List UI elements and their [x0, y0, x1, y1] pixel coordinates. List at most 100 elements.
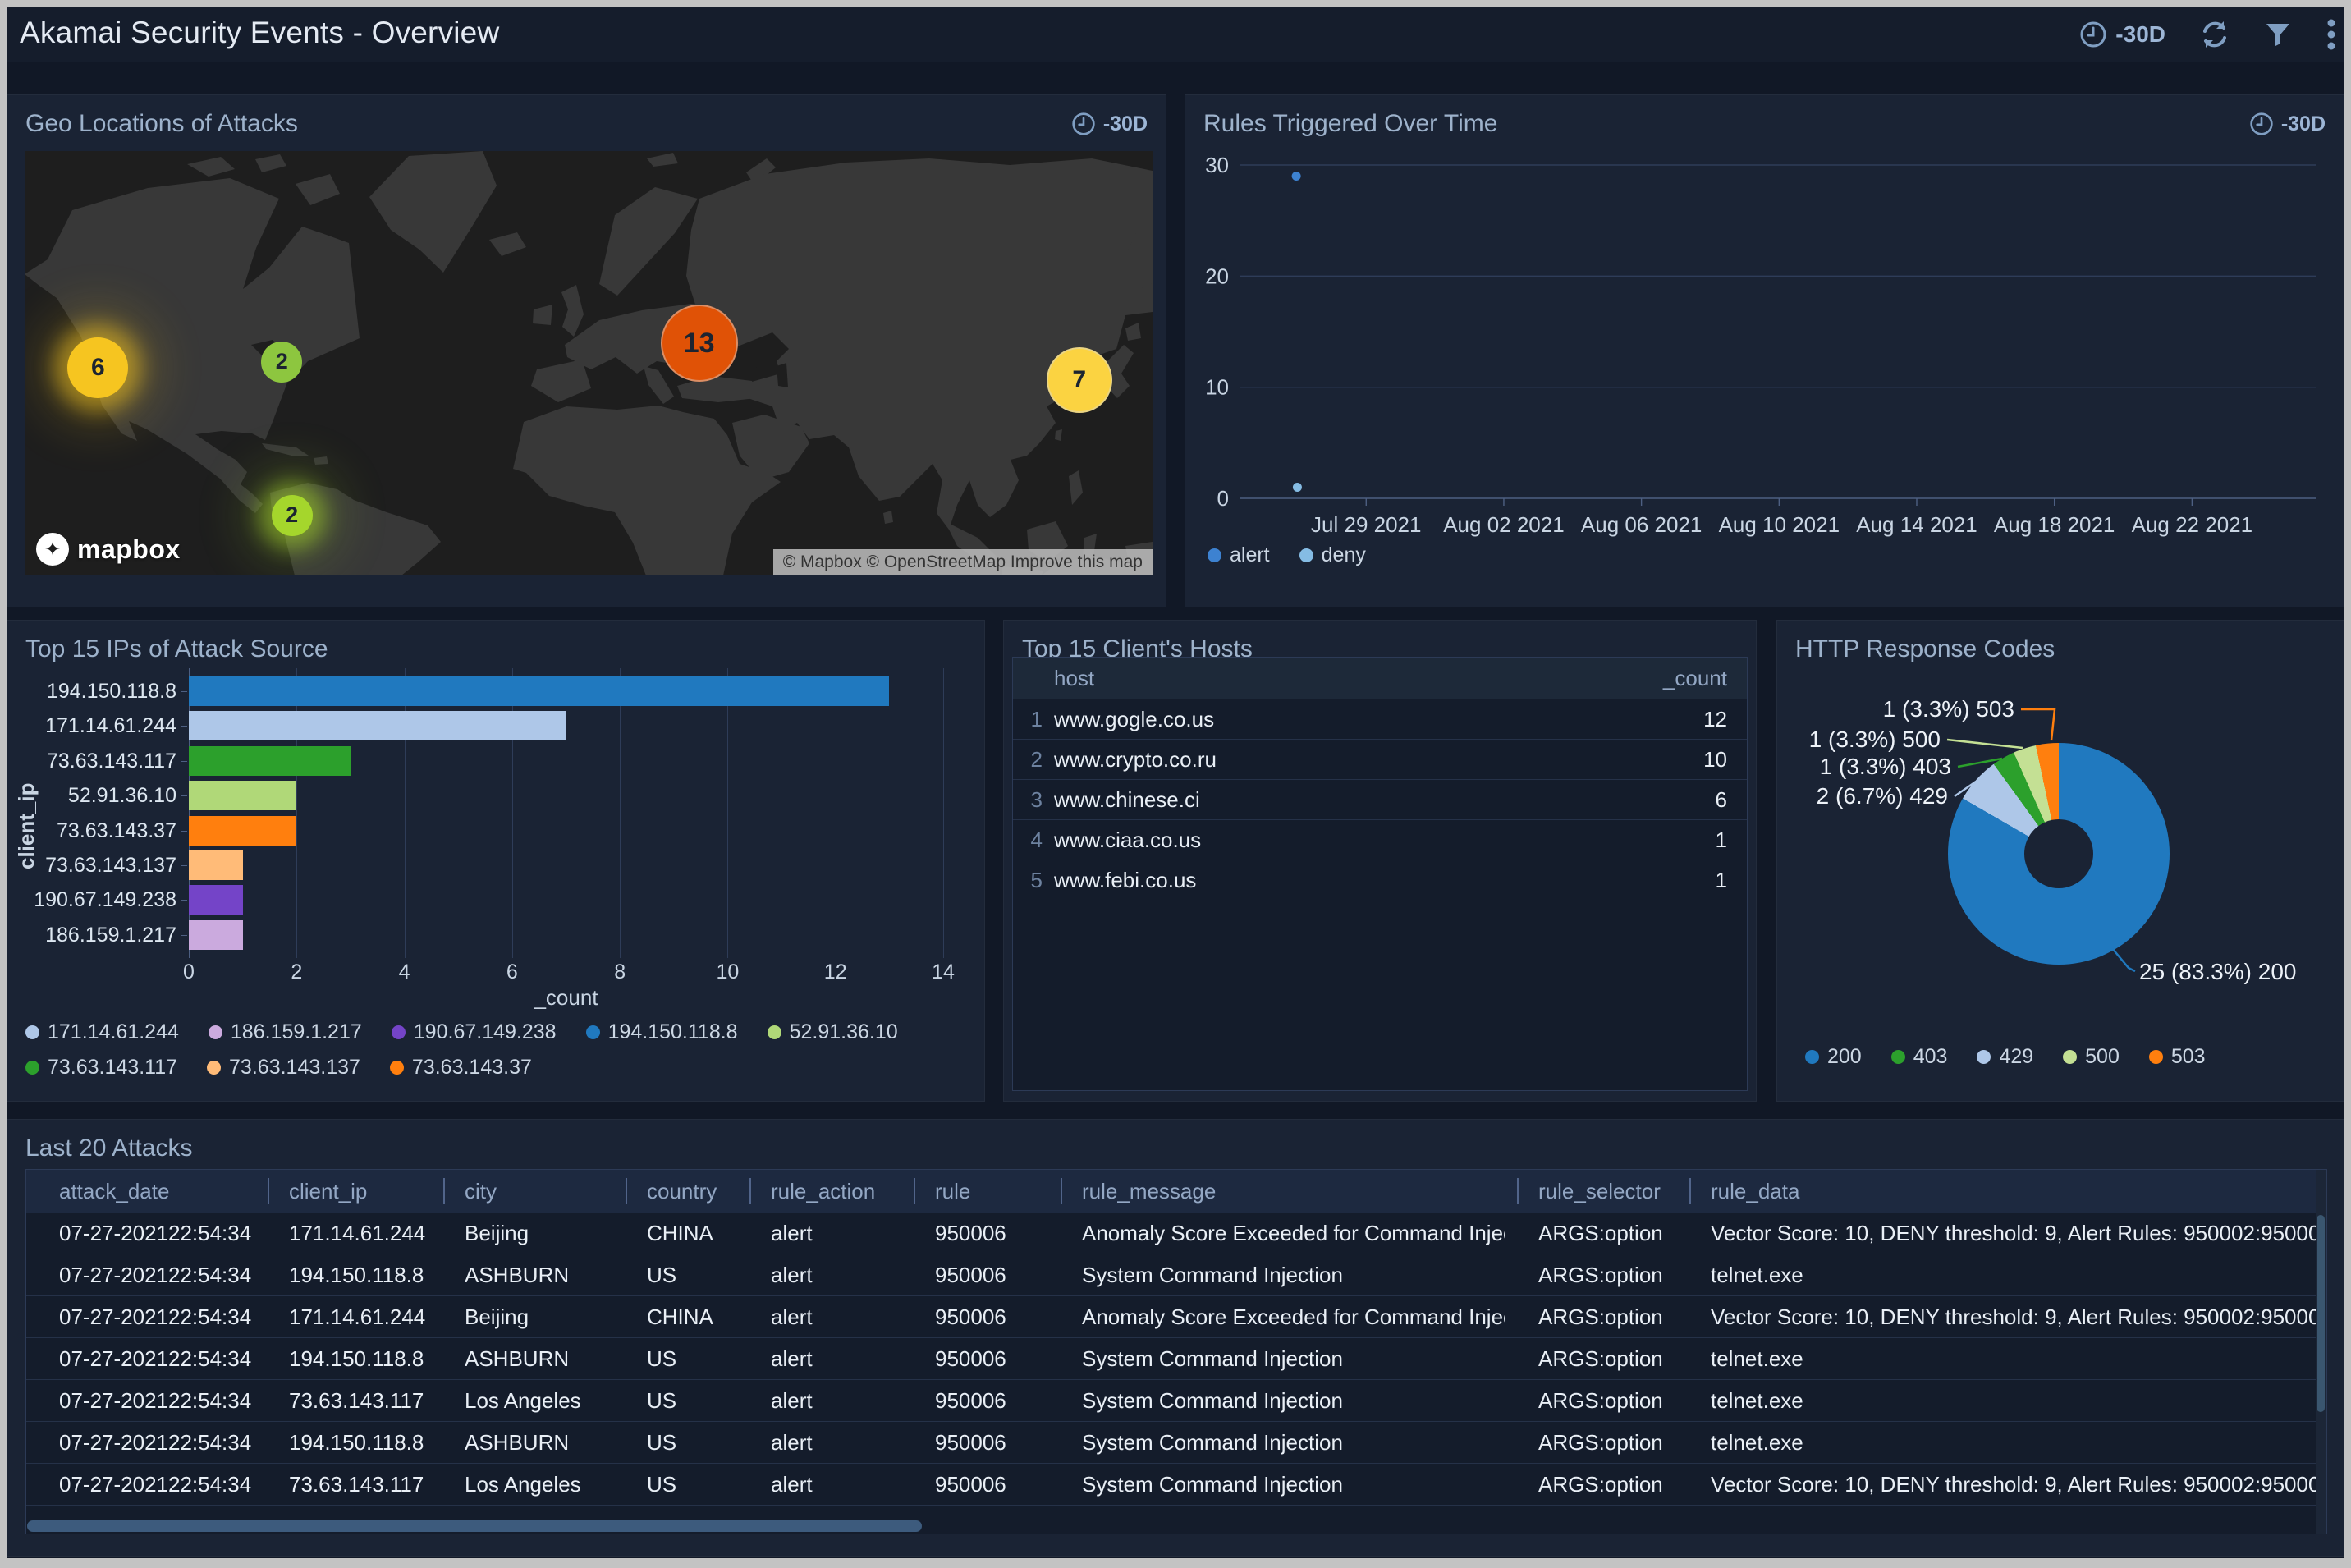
horizontal-scrollbar[interactable] [25, 1520, 2327, 1532]
cell-client_ip: 73.63.143.117 [289, 1387, 424, 1413]
legend-label: 500 [2085, 1045, 2120, 1068]
table-row[interactable]: 5 www.febi.co.us 1 [1013, 860, 1747, 900]
legend-dot [767, 1025, 781, 1039]
mapbox-logo[interactable]: ✦ mapbox [36, 533, 181, 566]
table-row[interactable]: 07-27-202122:54:34 194.150.118.8 ASHBURN US… [26, 1254, 2317, 1296]
map-bubble[interactable]: 2 [271, 494, 313, 536]
cell-rule_message: System Command Injection [1082, 1387, 1343, 1413]
bar[interactable] [189, 745, 351, 776]
time-range-control[interactable]: -30D [2079, 21, 2165, 48]
legend-dot [25, 1061, 39, 1075]
table-row[interactable]: 07-27-202122:54:34 171.14.61.244 Beijing CH… [26, 1296, 2326, 1338]
world-map[interactable]: 6 2 2 13 7 ✦ mapbox © Mapbox © OpenStreetMap… [25, 151, 1153, 575]
bar[interactable] [189, 711, 566, 741]
map-bubble[interactable]: 7 [1046, 347, 1112, 414]
column-header-label: city [465, 1178, 497, 1204]
map-bubble[interactable]: 2 [261, 341, 303, 383]
legend-item[interactable]: 73.63.143.37 [389, 1056, 532, 1080]
bar[interactable] [189, 919, 243, 950]
legend-item[interactable]: alert [1208, 543, 1270, 567]
gridline [727, 668, 729, 958]
column-header-rule_selector[interactable]: rule_selector [1505, 1170, 1678, 1213]
vertical-scrollbar-thumb[interactable] [2317, 1215, 2325, 1412]
cell-attack_date: 07-27-202122:54:34 [59, 1387, 252, 1413]
legend-item[interactable]: 500 [2063, 1045, 2120, 1069]
more-menu-icon[interactable] [2326, 18, 2336, 51]
donut-chart[interactable] [1948, 743, 2170, 965]
data-point-deny[interactable] [1292, 482, 1302, 492]
cell-rule_selector: ARGS:option [1538, 1262, 1663, 1287]
column-separator [1689, 1178, 1691, 1204]
row-host: www.gogle.co.us [1054, 706, 1215, 731]
column-header-rule_action[interactable]: rule_action [738, 1170, 902, 1213]
cell-rule_action: alert [771, 1346, 813, 1371]
row-host: www.crypto.co.ru [1054, 746, 1217, 772]
map-bubble[interactable]: 13 [660, 305, 738, 383]
legend-item[interactable]: 171.14.61.244 [25, 1020, 179, 1044]
legend-item[interactable]: 73.63.143.137 [207, 1056, 360, 1080]
legend-item[interactable]: 52.91.36.10 [767, 1020, 898, 1044]
table-row[interactable]: 07-27-202122:54:34 194.150.118.8 ASHBURN US… [26, 1338, 2317, 1380]
panel-rules-triggered: Rules Triggered Over Time -30D 0 10 20 30 Ju… [1185, 94, 2344, 607]
bar-axis-tick [181, 691, 187, 692]
table-row[interactable]: 07-27-202122:54:34 73.63.143.117 Los Angel… [26, 1380, 2317, 1422]
legend-item[interactable]: 429 [1977, 1045, 2033, 1069]
column-header-rule_message[interactable]: rule_message [1049, 1170, 1505, 1213]
vertical-scrollbar[interactable] [2316, 1170, 2326, 1534]
legend-item[interactable]: 200 [1805, 1045, 1862, 1069]
table-row[interactable]: 07-27-202122:54:34 171.14.61.244 Beijing CH… [26, 1213, 2326, 1254]
column-header-attack_date[interactable]: attack_date [26, 1170, 256, 1213]
row-host: www.ciaa.co.us [1054, 827, 1202, 852]
column-header-city[interactable]: city [432, 1170, 614, 1213]
table-row[interactable]: 2 www.crypto.co.ru 10 [1013, 739, 1747, 779]
legend-item[interactable]: 503 [2148, 1045, 2206, 1069]
cell-city: Los Angeles [465, 1471, 581, 1497]
table-row[interactable]: 07-27-202122:54:34 194.150.118.8 ASHBURN US… [26, 1422, 2317, 1464]
legend-item[interactable]: 194.150.118.8 [585, 1020, 738, 1044]
legend-item[interactable]: 403 [1890, 1045, 1947, 1069]
cell-country: US [647, 1262, 677, 1287]
column-header-country[interactable]: country [614, 1170, 738, 1213]
donut-callout-label: 1 (3.3%) 503 [1882, 696, 2014, 722]
mapbox-wordmark: mapbox [77, 534, 181, 564]
legend-item[interactable]: 73.63.143.117 [25, 1056, 177, 1080]
rules-chart[interactable]: 0 10 20 30 Jul 29 2021 Aug 02 2021 Aug 06 2021… [1185, 95, 2344, 539]
horizontal-scrollbar-thumb[interactable] [27, 1520, 922, 1532]
map-attribution[interactable]: © Mapbox © OpenStreetMap Improve this ma… [772, 549, 1153, 575]
donut-hole [2024, 819, 2093, 888]
bar[interactable] [189, 815, 297, 846]
table-row[interactable]: 1 www.gogle.co.us 12 [1013, 699, 1747, 739]
legend-dot [389, 1061, 404, 1075]
cell-client_ip: 194.150.118.8 [289, 1346, 424, 1371]
x-tick-label: Aug 14 2021 [1856, 512, 1977, 537]
legend-item[interactable]: 190.67.149.238 [391, 1020, 557, 1044]
legend-item[interactable]: 186.159.1.217 [208, 1020, 362, 1044]
column-header-client_ip[interactable]: client_ip [256, 1170, 432, 1213]
table-row[interactable]: 4 www.ciaa.co.us 1 [1013, 819, 1747, 860]
x-tick-label: Aug 10 2021 [1719, 512, 1840, 537]
bar[interactable] [189, 781, 297, 811]
bar-category-label: 52.91.36.10 [67, 784, 176, 808]
map-bubble[interactable]: 6 [67, 337, 129, 398]
table-row[interactable]: 07-27-202122:54:34 73.63.143.117 Los Angel… [26, 1464, 2326, 1506]
data-point-alert[interactable] [1291, 172, 1301, 181]
bar[interactable] [189, 885, 243, 915]
legend-item[interactable]: deny [1299, 543, 1366, 567]
column-header-rule_data[interactable]: rule_data [1678, 1170, 2326, 1213]
bar-axis-tick [181, 865, 187, 866]
donut-callout-line [1946, 738, 2023, 750]
column-header-label: rule_action [771, 1178, 876, 1204]
panel-http-codes: HTTP Response Codes 25 (83.3%) 200 2 (6.7… [1776, 620, 2344, 1102]
legend-label: 194.150.118.8 [607, 1020, 738, 1043]
legend-label: 171.14.61.244 [48, 1020, 179, 1043]
bar-category-label: 171.14.61.244 [45, 714, 176, 738]
column-header-count: _count [1662, 665, 1727, 690]
row-host: www.chinese.ci [1054, 786, 1200, 812]
bar[interactable] [189, 676, 890, 706]
y-tick-label: 20 [1205, 264, 1229, 288]
bar[interactable] [189, 850, 243, 880]
filter-icon[interactable] [2264, 21, 2292, 48]
column-header-rule[interactable]: rule [902, 1170, 1049, 1213]
refresh-icon[interactable] [2200, 20, 2230, 49]
table-row[interactable]: 3 www.chinese.ci 6 [1013, 779, 1747, 819]
